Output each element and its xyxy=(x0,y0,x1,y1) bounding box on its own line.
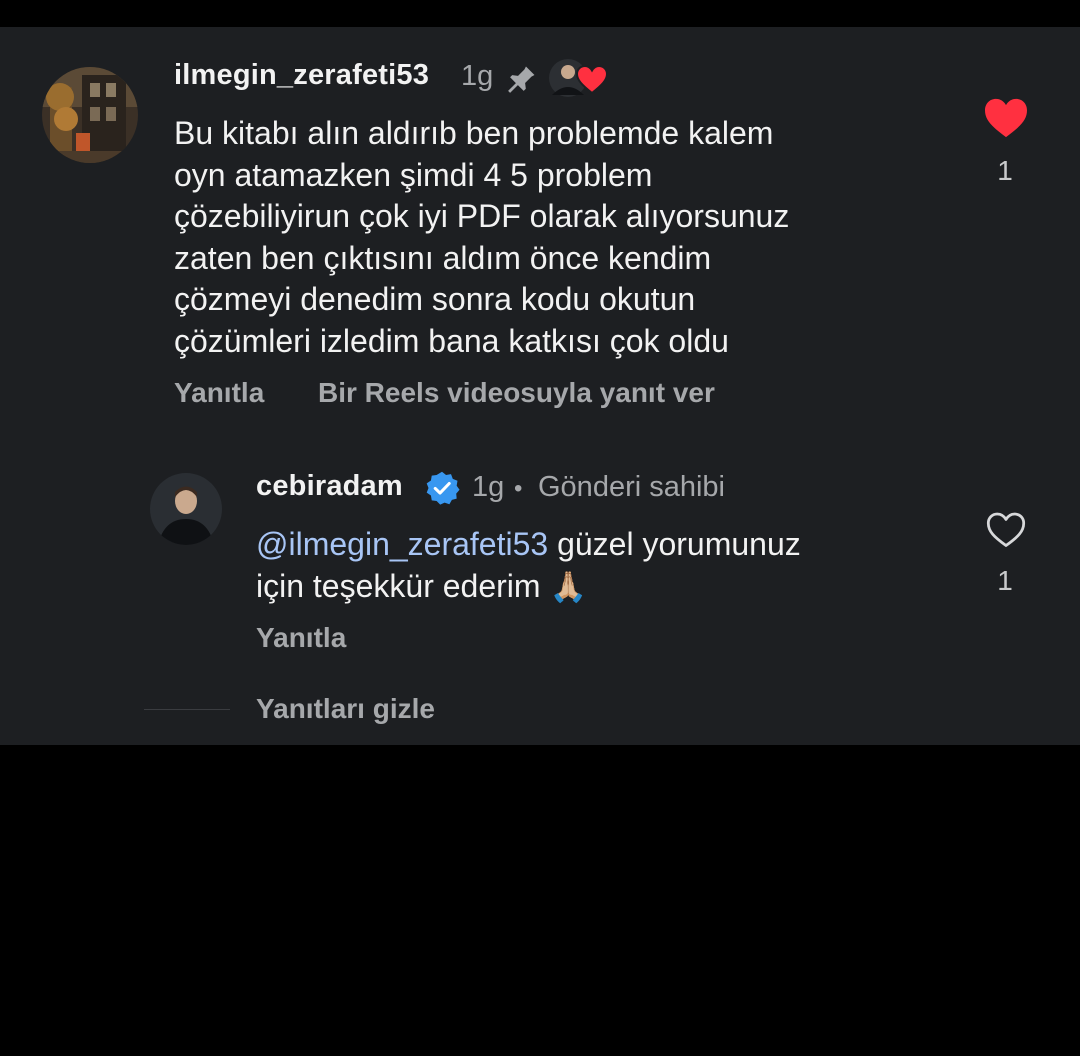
reply-text-line1: güzel yorumunuz xyxy=(548,526,801,562)
heart-filled-icon[interactable] xyxy=(983,97,1029,144)
post-owner-label: Gönderi sahibi xyxy=(538,471,725,503)
reply-text-line2: için teşekkür ederim xyxy=(256,567,541,604)
meta-separator: • xyxy=(514,475,523,502)
reply-avatar[interactable] xyxy=(150,473,222,545)
reels-reply-button[interactable]: Bir Reels videosuyla yanıt ver xyxy=(318,377,715,409)
reply-username[interactable]: cebiradam xyxy=(256,470,403,503)
creator-liked-heart-icon xyxy=(548,57,612,104)
commenter-username[interactable]: ilmegin_zerafeti53 xyxy=(174,59,429,92)
comment-text: Bu kitabı alın aldırıb ben problemde kal… xyxy=(174,115,790,359)
comment-like-count: 1 xyxy=(997,155,1013,186)
comment-time: 1g xyxy=(461,60,494,92)
reply-time: 1g xyxy=(472,471,505,503)
reply-reply-button[interactable]: Yanıtla xyxy=(256,622,346,654)
mention-link[interactable]: @ilmegin_zerafeti53 xyxy=(256,526,548,562)
reply-button[interactable]: Yanıtla xyxy=(174,377,264,409)
replies-divider xyxy=(144,709,230,710)
heart-outline-icon[interactable] xyxy=(985,511,1027,554)
hide-replies-button[interactable]: Yanıtları gizle xyxy=(256,693,435,725)
reply-like-count: 1 xyxy=(997,565,1013,596)
folded-hands-emoji: 🙏🏼 xyxy=(549,570,587,604)
commenter-avatar[interactable] xyxy=(42,67,138,163)
comments-panel: ilmegin_zerafeti53 1g Bu kitabı alın ald… xyxy=(0,27,1080,745)
pin-icon xyxy=(504,63,538,102)
verified-badge-icon xyxy=(424,470,460,511)
reply-text: @ilmegin_zerafeti53 güzel yorumunuz için… xyxy=(256,524,956,608)
